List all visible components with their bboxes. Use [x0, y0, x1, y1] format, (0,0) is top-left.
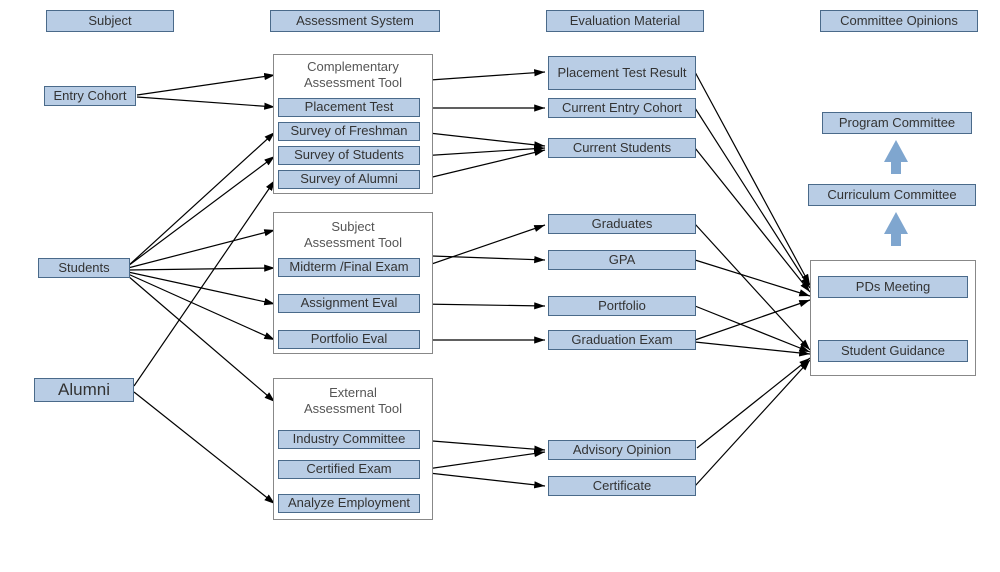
- tool-placement-test: Placement Test: [278, 98, 420, 117]
- subject-entry-cohort: Entry Cohort: [44, 86, 136, 106]
- material-portfolio: Portfolio: [548, 296, 696, 316]
- tool-survey-students: Survey of Students: [278, 146, 420, 165]
- tool-survey-alumni: Survey of Alumni: [278, 170, 420, 189]
- arrow-up-icon: [884, 212, 908, 234]
- header-assessment: Assessment System: [270, 10, 440, 32]
- material-certificate: Certificate: [548, 476, 696, 496]
- material-placement-result: Placement Test Result: [548, 56, 696, 90]
- tool-portfolio-eval: Portfolio Eval: [278, 330, 420, 349]
- header-subject: Subject: [46, 10, 174, 32]
- committee-program: Program Committee: [822, 112, 972, 134]
- tool-analyze-employment: Analyze Employment: [278, 494, 420, 513]
- committee-student-guidance: Student Guidance: [818, 340, 968, 362]
- material-graduates: Graduates: [548, 214, 696, 234]
- panel-title-external: External Assessment Tool: [274, 385, 432, 416]
- committee-pds-meeting: PDs Meeting: [818, 276, 968, 298]
- material-current-entry: Current Entry Cohort: [548, 98, 696, 118]
- tool-certified-exam: Certified Exam: [278, 460, 420, 479]
- tool-survey-freshman: Survey of Freshman: [278, 122, 420, 141]
- material-current-students: Current Students: [548, 138, 696, 158]
- subject-students: Students: [38, 258, 130, 278]
- panel-title-complementary: Complementary Assessment Tool: [274, 59, 432, 90]
- tool-assignment-eval: Assignment Eval: [278, 294, 420, 313]
- material-graduation-exam: Graduation Exam: [548, 330, 696, 350]
- tool-midterm-final: Midterm /Final Exam: [278, 258, 420, 277]
- header-material: Evaluation Material: [546, 10, 704, 32]
- header-opinions: Committee Opinions: [820, 10, 978, 32]
- material-gpa: GPA: [548, 250, 696, 270]
- material-advisory-opinion: Advisory Opinion: [548, 440, 696, 460]
- panel-title-subject: Subject Assessment Tool: [274, 219, 432, 250]
- tool-industry-committee: Industry Committee: [278, 430, 420, 449]
- committee-curriculum: Curriculum Committee: [808, 184, 976, 206]
- subject-alumni: Alumni: [34, 378, 134, 402]
- arrow-up-icon: [884, 140, 908, 162]
